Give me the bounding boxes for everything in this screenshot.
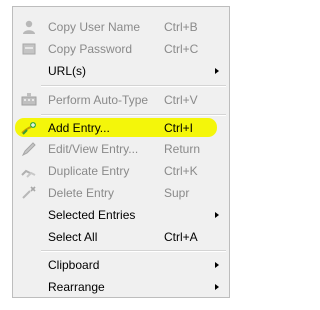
- menu-item-urls[interactable]: URL(s): [13, 60, 229, 82]
- menu-item-shortcut: Return: [164, 142, 201, 156]
- menu-separator: [41, 114, 226, 116]
- menu-item-label: Edit/View Entry...: [48, 142, 139, 156]
- menu-item-shortcut: Ctrl+B: [164, 20, 198, 34]
- menu-item-label: URL(s): [48, 64, 86, 78]
- submenu-arrow-icon: [215, 68, 219, 74]
- menu-item-label: Perform Auto-Type: [48, 93, 149, 107]
- menu-item-copy-password[interactable]: Copy Password Ctrl+C: [13, 38, 229, 60]
- menu-item-perform-auto-type[interactable]: Perform Auto-Type Ctrl+V: [13, 89, 229, 111]
- duplicate-icon: [21, 163, 37, 179]
- delete-icon: [21, 185, 37, 201]
- menu-item-label: Duplicate Entry: [48, 164, 130, 178]
- menu-item-label: Clipboard: [48, 258, 100, 272]
- menu-item-label: Delete Entry: [48, 186, 115, 200]
- menu-item-edit-view-entry[interactable]: Edit/View Entry... Return: [13, 138, 229, 160]
- submenu-arrow-icon: [215, 262, 219, 268]
- menu-item-label: Copy Password: [48, 42, 133, 56]
- menu-item-clipboard[interactable]: Clipboard: [13, 254, 229, 276]
- menu-item-label: Copy User Name: [48, 20, 141, 34]
- menu-item-shortcut: Ctrl+A: [164, 230, 198, 244]
- menu-item-copy-user-name[interactable]: Copy User Name Ctrl+B: [13, 16, 229, 38]
- menu-item-label: Selected Entries: [48, 208, 136, 222]
- menu-item-label: Select All: [48, 230, 98, 244]
- submenu-arrow-icon: [215, 284, 219, 290]
- menu-item-shortcut: Supr: [164, 186, 190, 200]
- context-menu: Copy User Name Ctrl+B Copy Password Ctrl…: [12, 6, 230, 298]
- menu-item-delete-entry[interactable]: Delete Entry Supr: [13, 182, 229, 204]
- menu-separator: [41, 250, 226, 252]
- menu-item-label: Rearrange: [48, 280, 105, 294]
- submenu-arrow-icon: [215, 212, 219, 218]
- menu-item-shortcut: Ctrl+K: [164, 164, 198, 178]
- menu-item-selected-entries[interactable]: Selected Entries: [13, 204, 229, 226]
- menu-item-add-entry[interactable]: Add Entry... Ctrl+I: [13, 117, 229, 139]
- add-entry-icon: [21, 120, 37, 136]
- user-icon: [21, 19, 37, 35]
- menu-item-shortcut: Ctrl+V: [164, 93, 198, 107]
- keyboard-icon: [21, 92, 37, 108]
- menu-item-duplicate-entry[interactable]: Duplicate Entry Ctrl+K: [13, 160, 229, 182]
- menu-separator: [41, 85, 226, 87]
- menu-item-shortcut: Ctrl+I: [164, 121, 194, 135]
- menu-item-shortcut: Ctrl+C: [164, 42, 199, 56]
- menu-item-select-all[interactable]: Select All Ctrl+A: [13, 226, 229, 248]
- menu-item-label: Add Entry...: [48, 121, 110, 135]
- edit-icon: [21, 141, 37, 157]
- password-icon: [21, 41, 37, 57]
- menu-item-rearrange[interactable]: Rearrange: [13, 276, 229, 298]
